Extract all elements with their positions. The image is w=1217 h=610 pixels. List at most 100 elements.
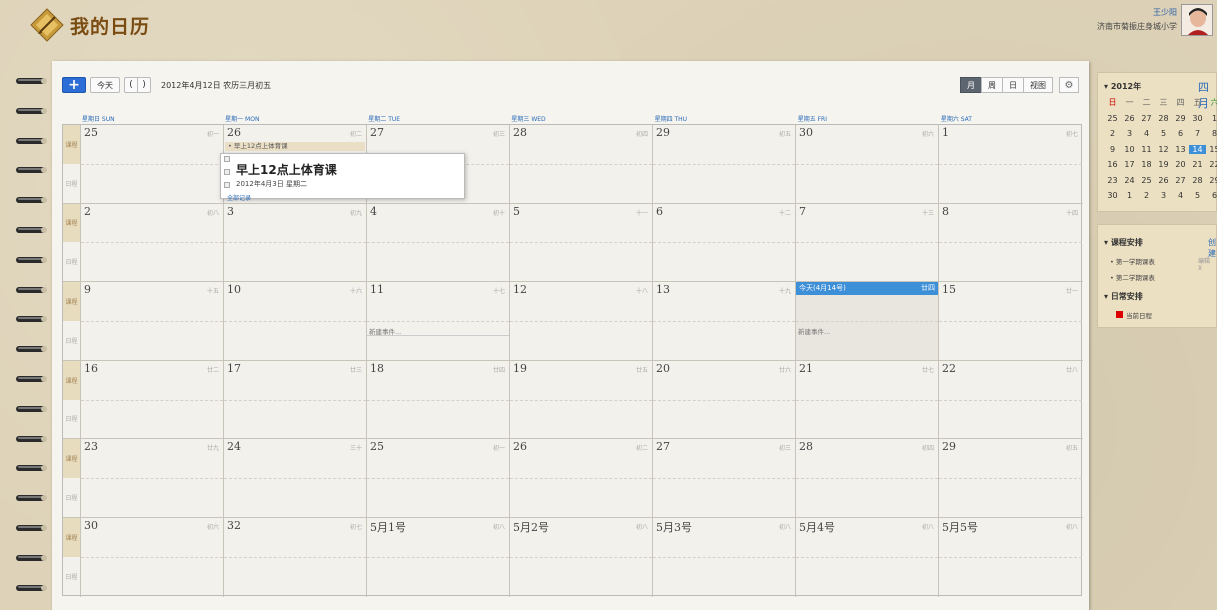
day-cell[interactable]: 29 初五 — [939, 439, 1082, 517]
mini-day[interactable]: 30 — [1104, 191, 1121, 200]
mini-day[interactable]: 23 — [1104, 176, 1121, 185]
mini-day[interactable]: 11 — [1138, 145, 1155, 154]
mini-day[interactable]: 15 — [1206, 145, 1217, 154]
mini-day[interactable]: 3 — [1155, 191, 1172, 200]
mini-day[interactable]: 19 — [1155, 160, 1172, 169]
day-cell[interactable]: 11 十七 新建事件... — [367, 282, 510, 360]
view-day-button[interactable]: 日 — [1002, 77, 1024, 93]
daily-item[interactable]: 当前日程 — [1126, 310, 1152, 320]
mini-day[interactable]: 6 — [1172, 129, 1189, 138]
mini-day[interactable]: 5 — [1155, 129, 1172, 138]
mini-day[interactable]: 10 — [1121, 145, 1138, 154]
day-cell[interactable]: 4 初十 — [367, 203, 510, 282]
day-cell[interactable]: 28 初四 — [510, 125, 653, 203]
mini-day[interactable]: 28 — [1155, 114, 1172, 123]
user-name-link[interactable]: 王少阳 — [1097, 6, 1177, 20]
day-cell[interactable]: 5月4号 初八 — [796, 518, 939, 597]
day-cell[interactable]: 27 初三 — [653, 439, 796, 517]
mini-day[interactable]: 29 — [1206, 176, 1217, 185]
view-list-button[interactable]: 视图 — [1023, 77, 1053, 93]
day-cell[interactable]: 8 十四 — [939, 204, 1082, 282]
day-cell[interactable]: 15 廿一 — [939, 282, 1082, 360]
mini-day[interactable]: 25 — [1104, 114, 1121, 123]
mini-day[interactable]: 5 — [1189, 191, 1206, 200]
day-cell[interactable]: 29 初五 — [653, 125, 796, 203]
mini-day[interactable]: 27 — [1172, 176, 1189, 185]
mini-day[interactable]: 13 — [1172, 145, 1189, 154]
mini-day[interactable]: 9 — [1104, 145, 1121, 154]
event-item[interactable]: • 早上12点上体育课 — [225, 142, 365, 151]
mini-day[interactable]: 2 — [1138, 191, 1155, 200]
mini-day[interactable]: 20 — [1172, 160, 1189, 169]
mini-day[interactable]: 17 — [1121, 160, 1138, 169]
gear-icon[interactable]: ⚙ — [1059, 77, 1079, 93]
mini-day[interactable]: 29 — [1172, 114, 1189, 123]
mini-day[interactable]: 28 — [1189, 176, 1206, 185]
day-cell[interactable]: 30 初六 — [796, 125, 939, 203]
day-cell[interactable]: 22 廿八 — [939, 361, 1082, 439]
daily-header[interactable]: ▾ 日常安排 — [1104, 291, 1143, 302]
day-cell[interactable]: 26 初二 — [510, 439, 653, 517]
day-cell[interactable]: 32 初七 — [224, 518, 367, 597]
mini-day[interactable]: 3 — [1121, 129, 1138, 138]
mini-day[interactable]: 26 — [1121, 114, 1138, 123]
day-cell[interactable]: 7 十三 — [796, 203, 939, 282]
day-cell[interactable]: 20 廿六 — [653, 360, 796, 439]
day-cell[interactable]: 10 十六 — [224, 282, 367, 360]
day-cell[interactable]: 17 廿三 — [224, 360, 367, 439]
day-cell[interactable]: 2 初八 — [81, 203, 224, 282]
view-month-button[interactable]: 月 — [960, 77, 982, 93]
course-item[interactable]: • 第一学期课表 — [1110, 256, 1155, 266]
course-header[interactable]: ▾ 课程安排 — [1104, 237, 1143, 248]
add-event-button[interactable]: + — [62, 77, 86, 93]
day-cell[interactable]: 6 十二 — [653, 203, 796, 282]
day-cell[interactable]: 19 廿五 — [510, 360, 653, 439]
day-cell[interactable]: 5月3号 初八 — [653, 518, 796, 597]
mini-day[interactable]: 30 — [1189, 114, 1206, 123]
mini-day[interactable]: 14 — [1189, 144, 1206, 154]
mini-day[interactable]: 12 — [1155, 145, 1172, 154]
day-cell[interactable]: 28 初四 — [796, 439, 939, 517]
edit-link[interactable]: 编辑 X — [1198, 256, 1216, 272]
next-button[interactable]: ) — [138, 80, 150, 90]
mini-day[interactable]: 22 — [1206, 160, 1217, 169]
day-cell[interactable]: 3 初九 — [224, 203, 367, 282]
mini-day[interactable]: 1 — [1121, 191, 1138, 200]
day-cell[interactable]: 30 初六 — [81, 518, 224, 597]
mini-day[interactable]: 8 — [1206, 129, 1217, 138]
course-item[interactable]: • 第二学期课表 — [1110, 272, 1155, 282]
mini-day[interactable]: 24 — [1121, 176, 1138, 185]
mini-day[interactable]: 18 — [1138, 160, 1155, 169]
day-cell[interactable]: 13 十九 — [653, 282, 796, 360]
day-cell[interactable]: 5月5号 初八 — [939, 518, 1082, 597]
prev-button[interactable]: ( — [125, 80, 137, 90]
day-cell[interactable]: 5 十一 — [510, 203, 653, 282]
day-cell-today[interactable]: 今天(4月14号) 廿四 新建事件... — [796, 282, 939, 360]
day-cell[interactable]: 5月2号 初八 — [510, 518, 653, 597]
day-cell[interactable]: 21 廿七 — [796, 360, 939, 439]
mini-day[interactable]: 2 — [1104, 129, 1121, 138]
mini-calendar-year[interactable]: ▾ 2012年 — [1104, 81, 1141, 92]
mini-day[interactable]: 4 — [1172, 191, 1189, 200]
mini-day[interactable]: 26 — [1155, 176, 1172, 185]
new-event-link[interactable]: 新建事件... — [798, 326, 830, 336]
avatar[interactable] — [1181, 4, 1213, 36]
day-cell[interactable]: 1 初七 — [939, 125, 1082, 203]
mini-day[interactable]: 4 — [1138, 129, 1155, 138]
day-cell[interactable]: 5月1号 初八 — [367, 518, 510, 597]
mini-day[interactable]: 27 — [1138, 114, 1155, 123]
view-week-button[interactable]: 周 — [981, 77, 1003, 93]
mini-day[interactable]: 6 — [1206, 191, 1217, 200]
mini-day[interactable]: 25 — [1138, 176, 1155, 185]
day-cell[interactable]: 24 三十 — [224, 439, 367, 517]
day-cell[interactable]: 12 十八 — [510, 282, 653, 360]
mini-day[interactable]: 21 — [1189, 160, 1206, 169]
mini-day[interactable]: 7 — [1189, 129, 1206, 138]
day-cell[interactable]: 18 廿四 — [367, 360, 510, 439]
day-cell[interactable]: 25 初一 — [81, 125, 224, 203]
today-button[interactable]: 今天 — [90, 77, 120, 93]
popup-more-link[interactable]: 全部记录 — [227, 193, 251, 202]
mini-day[interactable]: 16 — [1104, 160, 1121, 169]
day-cell[interactable]: 23 廿九 — [81, 439, 224, 517]
mini-day[interactable]: 1 — [1206, 114, 1217, 123]
